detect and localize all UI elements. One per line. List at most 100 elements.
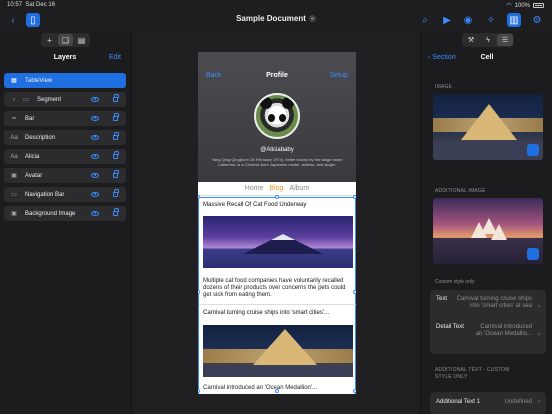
inspector-panel: ⚒ ϟ ☰ ‹ Section Cell IMAGE ADDITIONAL IM… bbox=[422, 32, 552, 414]
lock-icon[interactable] bbox=[113, 94, 119, 102]
status-bar: 10:57 Sat Dec 16 ◠ 100% bbox=[0, 0, 552, 10]
play-icon[interactable]: ▶ bbox=[440, 13, 454, 27]
layer-alicia[interactable]: Aa Alicia bbox=[4, 149, 126, 164]
inspector-title: Cell bbox=[480, 54, 494, 61]
image-picker[interactable] bbox=[433, 94, 543, 160]
toolbar: ‹ ▯ Sample Document ⌄ ⌕ ▶ ◉ ✧ ▥ ⚙ bbox=[0, 10, 552, 30]
additional-text-label: ADDITIONAL TEXT - CUSTOM STYLE ONLY bbox=[435, 367, 510, 380]
lock-icon[interactable] bbox=[113, 151, 119, 159]
layer-segment[interactable]: › ▭ Segment bbox=[4, 92, 126, 107]
additional-text-group: Additional Text 1 Undefined › bbox=[430, 392, 546, 414]
image-icon: ▣ bbox=[11, 173, 17, 179]
edit-button[interactable]: Edit bbox=[109, 54, 121, 61]
status-right: ◠ 100% bbox=[506, 2, 544, 9]
opera-sail-shape bbox=[491, 224, 507, 240]
snow-shape bbox=[271, 234, 295, 240]
cell-title[interactable]: Carnival turning cruise ships into 'smar… bbox=[203, 310, 329, 316]
design-canvas[interactable]: Back Profile Setup @Aliciababy Yang Qing… bbox=[131, 32, 421, 414]
search-icon[interactable]: ⌕ bbox=[418, 13, 432, 27]
eye-icon[interactable] bbox=[91, 192, 99, 197]
cell-image-fuji[interactable] bbox=[203, 216, 353, 268]
image-icon: ▣ bbox=[11, 211, 17, 217]
resize-handle[interactable] bbox=[353, 290, 356, 294]
clipboard-icon[interactable]: ▤ bbox=[74, 34, 89, 46]
hammer-icon[interactable]: ⚒ bbox=[463, 34, 479, 46]
text-icon: Aa bbox=[10, 134, 18, 141]
text-row[interactable]: Text Carnival turning cruise ships into … bbox=[436, 296, 540, 322]
table-view[interactable]: Massive Recall Of Cat Food Underway Mult… bbox=[198, 197, 356, 394]
image-edit-button[interactable] bbox=[527, 248, 539, 260]
username-label[interactable]: @Aliciababy bbox=[198, 147, 356, 153]
lock-icon[interactable] bbox=[113, 189, 119, 197]
eye-icon[interactable] bbox=[91, 211, 99, 216]
resize-handle[interactable] bbox=[353, 389, 356, 393]
record-icon[interactable]: ◉ bbox=[461, 13, 475, 27]
additional-image-label: ADDITIONAL IMAGE bbox=[435, 188, 486, 194]
list-icon[interactable]: ☰ bbox=[497, 34, 513, 46]
custom-style-note: Custom style only bbox=[435, 279, 475, 285]
detail-text-row[interactable]: Detail Text Carnival introduced an 'Ocea… bbox=[436, 324, 540, 350]
panda-eye bbox=[279, 114, 286, 122]
segment-home[interactable]: Home bbox=[245, 185, 264, 192]
bolt-icon[interactable]: ϟ bbox=[480, 34, 496, 46]
lock-icon[interactable] bbox=[113, 170, 119, 178]
layers-tool-segmented: + ❏ ▤ bbox=[41, 33, 90, 47]
status-time: 10:57 Sat Dec 16 bbox=[7, 2, 56, 8]
eye-icon[interactable] bbox=[91, 135, 99, 140]
magic-wand-icon[interactable]: ✧ bbox=[484, 13, 498, 27]
lock-icon[interactable] bbox=[113, 132, 119, 140]
layer-navigation-bar[interactable]: ▭ Navigation Bar bbox=[4, 187, 126, 202]
layer-tableview[interactable]: ▦ TableView bbox=[4, 73, 126, 88]
resize-handle[interactable] bbox=[275, 195, 279, 199]
lock-icon[interactable] bbox=[113, 113, 119, 121]
layers-panel: + ❏ ▤ Layers Edit ▦ TableView › ▭ Segmen… bbox=[0, 32, 130, 414]
panda-eye bbox=[268, 114, 275, 122]
segment-blog[interactable]: Blog bbox=[269, 185, 283, 192]
chevron-down-icon: ⌄ bbox=[308, 15, 316, 23]
settings-gear-icon[interactable]: ⚙ bbox=[530, 13, 544, 27]
layers-stack-icon[interactable]: ❏ bbox=[58, 34, 73, 46]
pyramid-shape bbox=[253, 329, 317, 365]
nav-setup-button[interactable]: Setup bbox=[330, 72, 348, 79]
cell-title[interactable]: Massive Recall Of Cat Food Underway bbox=[203, 202, 306, 208]
battery-percent: 100% bbox=[514, 2, 530, 9]
resize-handle[interactable] bbox=[353, 195, 356, 199]
inspector-nav: ‹ Section Cell bbox=[422, 54, 552, 68]
table-icon: ▦ bbox=[11, 78, 17, 84]
additional-text-row[interactable]: Additional Text 1 Undefined › bbox=[436, 399, 540, 409]
add-icon[interactable]: + bbox=[42, 34, 57, 46]
text-icon: Aa bbox=[10, 153, 18, 160]
cell-image-louvre[interactable] bbox=[203, 325, 353, 377]
resize-handle[interactable] bbox=[275, 389, 279, 393]
eye-icon[interactable] bbox=[91, 97, 99, 102]
layer-background-image[interactable]: ▣ Background Image bbox=[4, 206, 126, 221]
lock-icon[interactable] bbox=[113, 208, 119, 216]
eye-icon[interactable] bbox=[91, 173, 99, 178]
bio-text[interactable]: Yang Qing Qing(born 28 February 1974), b… bbox=[210, 157, 344, 167]
chevron-right-icon[interactable]: › bbox=[9, 97, 19, 103]
segment-control[interactable]: Home Blog Album bbox=[198, 182, 356, 196]
segment-album[interactable]: Album bbox=[289, 185, 309, 192]
layer-description[interactable]: Aa Description bbox=[4, 130, 126, 145]
cell-separator bbox=[199, 304, 356, 305]
profile-header[interactable]: Back Profile Setup @Aliciababy Yang Qing… bbox=[198, 52, 356, 182]
eye-icon[interactable] bbox=[91, 116, 99, 121]
pyramid-shape bbox=[461, 104, 517, 140]
inspector-toggle-icon[interactable]: ▥ bbox=[507, 13, 521, 27]
device-preview[interactable]: Back Profile Setup @Aliciababy Yang Qing… bbox=[198, 52, 356, 394]
layers-header: Layers Edit bbox=[0, 54, 130, 68]
panda-ear bbox=[260, 97, 272, 109]
layer-avatar[interactable]: ▣ Avatar bbox=[4, 168, 126, 183]
chevron-right-icon: › bbox=[538, 304, 540, 310]
eye-icon[interactable] bbox=[91, 154, 99, 159]
image-edit-button[interactable] bbox=[527, 144, 539, 156]
additional-image-picker[interactable] bbox=[433, 198, 543, 264]
inspector-tool-segmented: ⚒ ϟ ☰ bbox=[462, 33, 514, 47]
avatar[interactable] bbox=[254, 93, 300, 139]
segment-icon: ▭ bbox=[23, 97, 29, 103]
wifi-icon: ◠ bbox=[506, 3, 512, 9]
image-section-label: IMAGE bbox=[435, 84, 453, 90]
cell-body[interactable]: Multiple cat food companies have volunta… bbox=[203, 278, 353, 299]
layer-bar[interactable]: ━ Bar bbox=[4, 111, 126, 126]
navbar-icon: ▭ bbox=[11, 192, 17, 198]
